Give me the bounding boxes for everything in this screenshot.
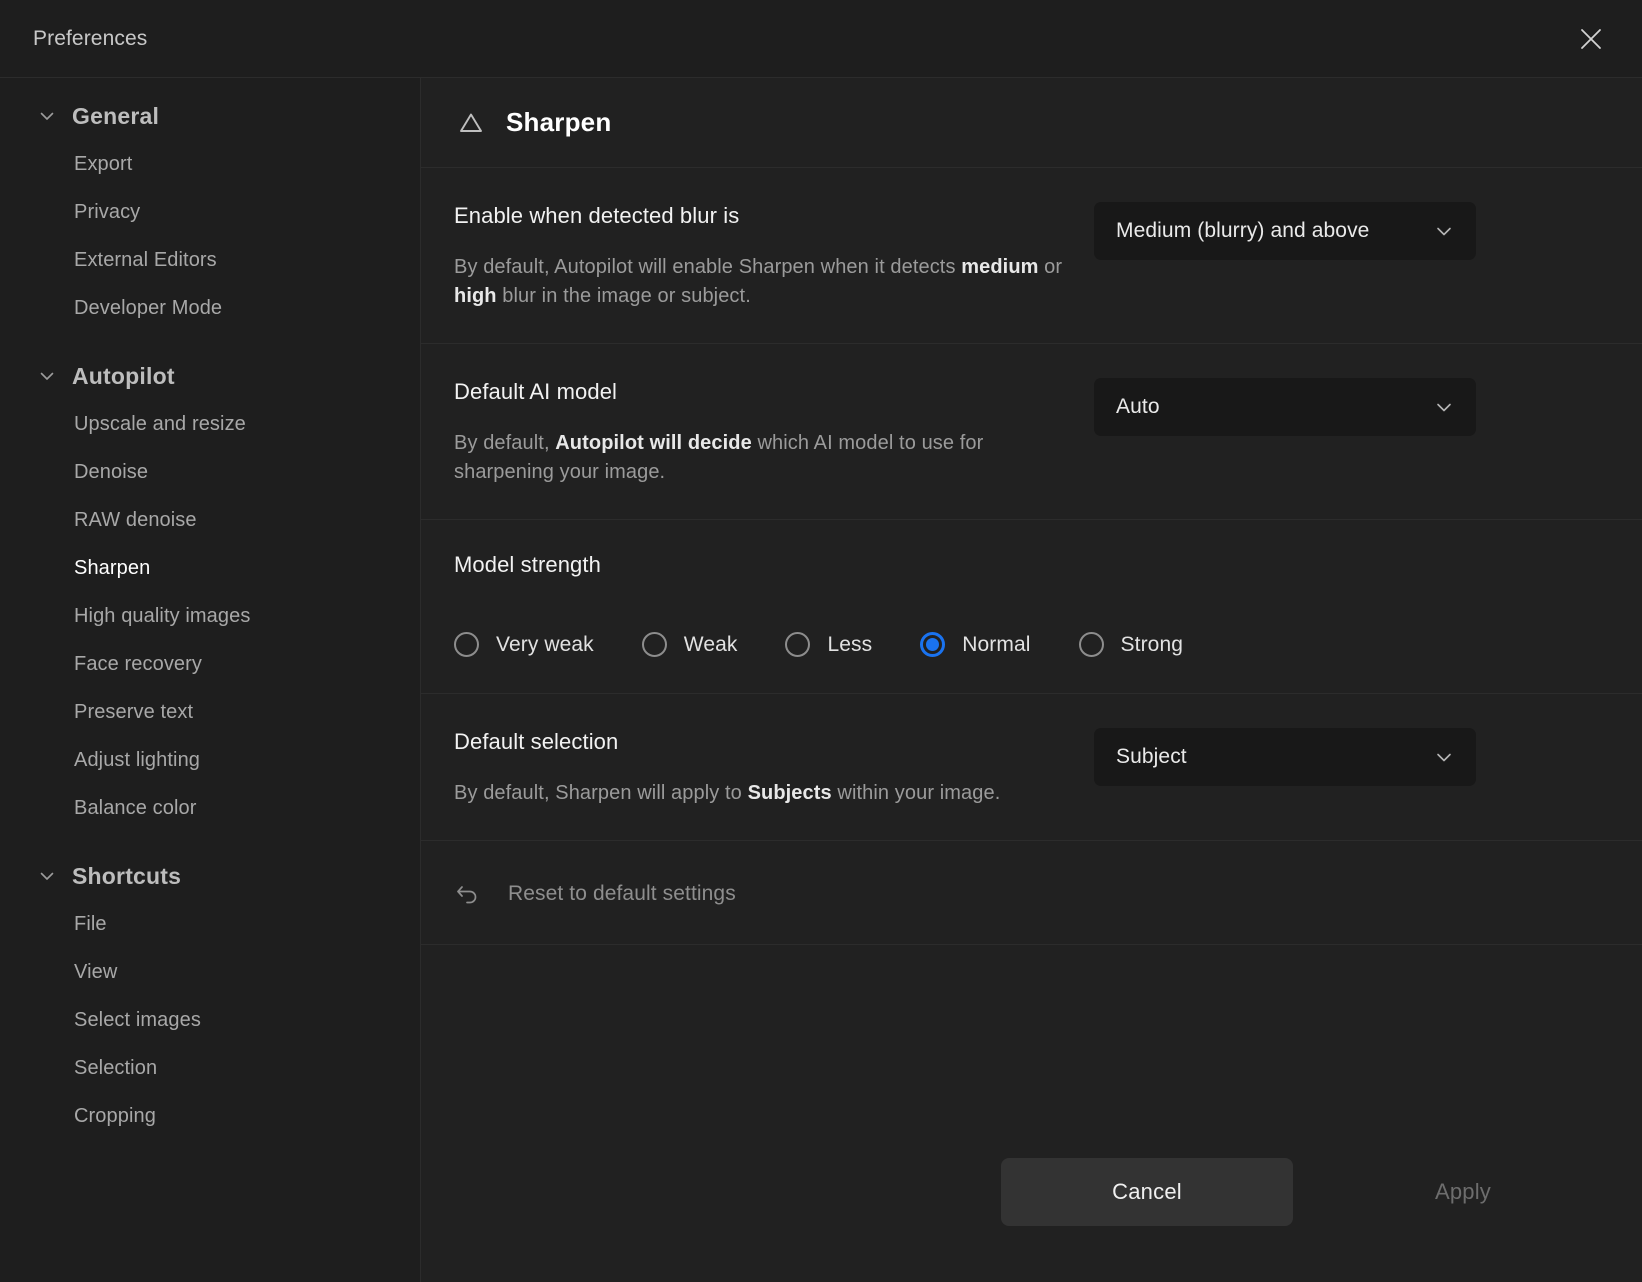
setting-title: Default selection xyxy=(454,729,619,754)
radio-label: Less xyxy=(827,632,873,656)
dialog-footer: Cancel Apply xyxy=(421,1102,1642,1282)
sidebar-group-general[interactable]: General xyxy=(0,92,420,140)
chevron-down-icon xyxy=(36,865,58,887)
reset-to-default-label[interactable]: Reset to default settings xyxy=(508,882,736,906)
sidebar-item-high-quality-images[interactable]: High quality images xyxy=(0,592,420,640)
sidebar-item-export[interactable]: Export xyxy=(0,140,420,188)
sidebar-item-preserve-text[interactable]: Preserve text xyxy=(0,688,420,736)
radio-mark xyxy=(785,632,811,657)
sidebar-item-select-images[interactable]: Select images xyxy=(0,996,420,1044)
model-strength-radio-group: Very weak Weak Less Normal Strong xyxy=(454,632,1578,657)
dropdown-value: Medium (blurry) and above xyxy=(1116,219,1370,242)
apply-button[interactable]: Apply xyxy=(1317,1158,1609,1226)
setting-row-model-strength: Model strength Very weak Weak Less Norma… xyxy=(421,520,1642,694)
radio-mark xyxy=(641,632,667,657)
sidebar-item-upscale-and-resize[interactable]: Upscale and resize xyxy=(0,400,420,448)
page-title: Sharpen xyxy=(506,107,612,137)
chevron-down-icon xyxy=(36,105,58,127)
sidebar: General Export Privacy External Editors … xyxy=(0,78,421,1282)
setting-title: Model strength xyxy=(454,552,601,577)
sidebar-item-cropping[interactable]: Cropping xyxy=(0,1092,420,1140)
setting-description: By default, Autopilot will decide which … xyxy=(454,432,984,483)
panel-header: Sharpen xyxy=(421,78,1642,168)
setting-title: Enable when detected blur is xyxy=(454,203,740,228)
setting-title: Default AI model xyxy=(454,379,618,404)
sidebar-group-autopilot[interactable]: Autopilot xyxy=(0,352,420,400)
sidebar-group-label: Shortcuts xyxy=(72,862,182,889)
chevron-down-icon xyxy=(1432,395,1456,419)
sidebar-item-selection[interactable]: Selection xyxy=(0,1044,420,1092)
chevron-down-icon xyxy=(1432,219,1456,243)
setting-control: Medium (blurry) and above xyxy=(1094,200,1476,260)
sidebar-item-denoise[interactable]: Denoise xyxy=(0,448,420,496)
sidebar-item-view[interactable]: View xyxy=(0,948,420,996)
setting-description: By default, Autopilot will enable Sharpe… xyxy=(454,256,1063,307)
radio-option-weak[interactable]: Weak xyxy=(641,632,738,657)
radio-label: Strong xyxy=(1120,632,1184,656)
default-ai-model-dropdown[interactable]: Auto xyxy=(1094,378,1476,436)
radio-label: Very weak xyxy=(496,632,594,656)
sidebar-group-shortcuts[interactable]: Shortcuts xyxy=(0,852,420,900)
blur-threshold-dropdown[interactable]: Medium (blurry) and above xyxy=(1094,202,1476,260)
sidebar-item-file[interactable]: File xyxy=(0,900,420,948)
setting-row-default-selection: Default selection By default, Sharpen wi… xyxy=(421,694,1642,841)
sidebar-item-sharpen[interactable]: Sharpen xyxy=(0,544,420,592)
sidebar-item-external-editors[interactable]: External Editors xyxy=(0,236,420,284)
title-bar: Preferences xyxy=(0,0,1642,78)
setting-control: Subject xyxy=(1094,726,1476,786)
radio-label: Weak xyxy=(683,632,738,656)
radio-option-less[interactable]: Less xyxy=(785,632,872,657)
window-title: Preferences xyxy=(33,26,148,50)
chevron-down-icon xyxy=(36,365,58,387)
dropdown-value: Auto xyxy=(1116,395,1160,418)
dropdown-value: Subject xyxy=(1116,745,1187,768)
radio-option-strong[interactable]: Strong xyxy=(1078,632,1184,657)
undo-arrow-icon xyxy=(454,880,482,908)
setting-row-default-ai-model: Default AI model By default, Autopilot w… xyxy=(421,344,1642,520)
setting-text: Enable when detected blur is By default,… xyxy=(454,200,1094,311)
radio-mark xyxy=(1078,632,1104,657)
sidebar-group-label: General xyxy=(72,102,160,129)
sidebar-item-adjust-lighting[interactable]: Adjust lighting xyxy=(0,736,420,784)
radio-mark xyxy=(920,632,946,657)
radio-option-normal[interactable]: Normal xyxy=(920,632,1030,657)
triangle-outline-icon xyxy=(454,106,488,140)
chevron-down-icon xyxy=(1432,745,1456,769)
sidebar-group-label: Autopilot xyxy=(72,362,175,389)
radio-option-very-weak[interactable]: Very weak xyxy=(454,632,594,657)
close-icon[interactable] xyxy=(1568,16,1614,62)
setting-text: Default selection By default, Sharpen wi… xyxy=(454,726,1094,808)
setting-control: Auto xyxy=(1094,376,1476,436)
radio-mark xyxy=(454,632,479,657)
setting-text: Default AI model By default, Autopilot w… xyxy=(454,376,1094,487)
sidebar-item-privacy[interactable]: Privacy xyxy=(0,188,420,236)
reset-row[interactable]: Reset to default settings xyxy=(421,841,1642,945)
preferences-window: Preferences General Export Privacy Exter… xyxy=(0,0,1642,1282)
cancel-button[interactable]: Cancel xyxy=(1001,1158,1293,1226)
main-panel: Sharpen Enable when detected blur is By … xyxy=(421,78,1642,1282)
settings-list: Enable when detected blur is By default,… xyxy=(421,168,1642,1102)
sidebar-item-balance-color[interactable]: Balance color xyxy=(0,784,420,832)
setting-description: By default, Sharpen will apply to Subjec… xyxy=(454,782,1001,804)
sidebar-item-developer-mode[interactable]: Developer Mode xyxy=(0,284,420,332)
sidebar-item-raw-denoise[interactable]: RAW denoise xyxy=(0,496,420,544)
window-body: General Export Privacy External Editors … xyxy=(0,78,1642,1282)
setting-row-blur-threshold: Enable when detected blur is By default,… xyxy=(421,168,1642,344)
radio-label: Normal xyxy=(962,632,1031,656)
sidebar-item-face-recovery[interactable]: Face recovery xyxy=(0,640,420,688)
default-selection-dropdown[interactable]: Subject xyxy=(1094,728,1476,786)
